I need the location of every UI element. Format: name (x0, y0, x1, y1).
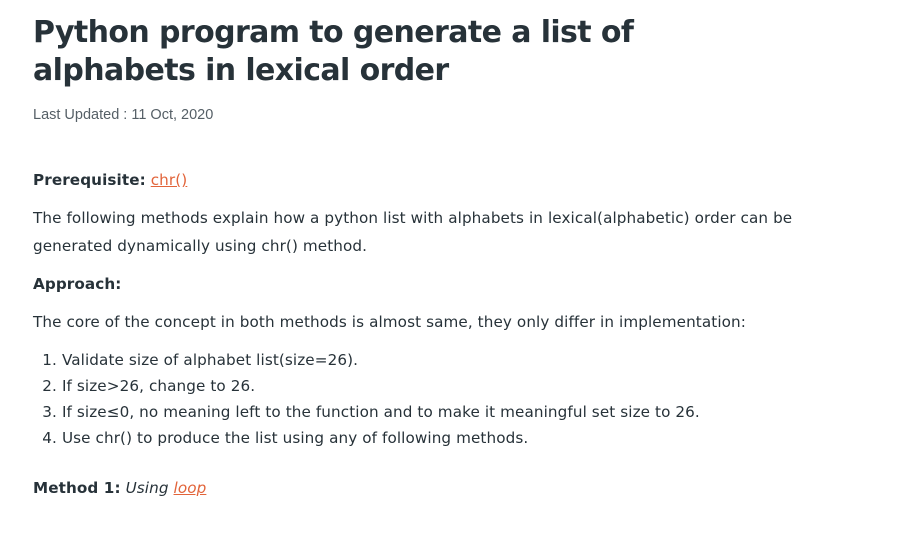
intro-paragraph: The following methods explain how a pyth… (33, 209, 793, 255)
list-item-number: 1. (42, 351, 57, 369)
method-1-using: Using (125, 479, 169, 497)
list-item-text: If size>26, change to 26. (61, 377, 256, 395)
last-updated: Last Updated : 11 Oct, 2020 (33, 107, 214, 123)
list-item-text: Use chr() to produce the list using any … (61, 429, 529, 447)
list-item-text: Validate size of alphabet list(size=26). (61, 351, 359, 369)
list-item: 1. Validate size of alphabet list(size=2… (33, 347, 700, 373)
method-1-label: Method 1: (33, 479, 121, 497)
prerequisite-label: Prerequisite: (33, 171, 146, 189)
page-title: Python program to generate a list of alp… (33, 15, 634, 88)
list-item: 4. Use chr() to produce the list using a… (33, 425, 700, 451)
list-item-text: If size≤0, no meaning left to the functi… (61, 403, 700, 421)
list-item-number: 2. (42, 377, 57, 395)
article: Python program to generate a list of alp… (33, 0, 853, 497)
list-item: 3. If size≤0, no meaning left to the fun… (33, 399, 700, 425)
approach-paragraph: The core of the concept in both methods … (33, 313, 746, 331)
method-1-link[interactable]: loop (174, 479, 207, 497)
prerequisite-line: Prerequisite: chr() (33, 170, 187, 190)
list-item-number: 4. (42, 429, 57, 447)
list-item: 2. If size>26, change to 26. (33, 373, 700, 399)
list-item-number: 3. (42, 403, 57, 421)
method-1-heading: Method 1: Using loop (33, 477, 206, 499)
steps-list: 1. Validate size of alphabet list(size=2… (33, 347, 700, 451)
prerequisite-link[interactable]: chr() (151, 171, 188, 189)
approach-heading: Approach: (33, 275, 122, 293)
